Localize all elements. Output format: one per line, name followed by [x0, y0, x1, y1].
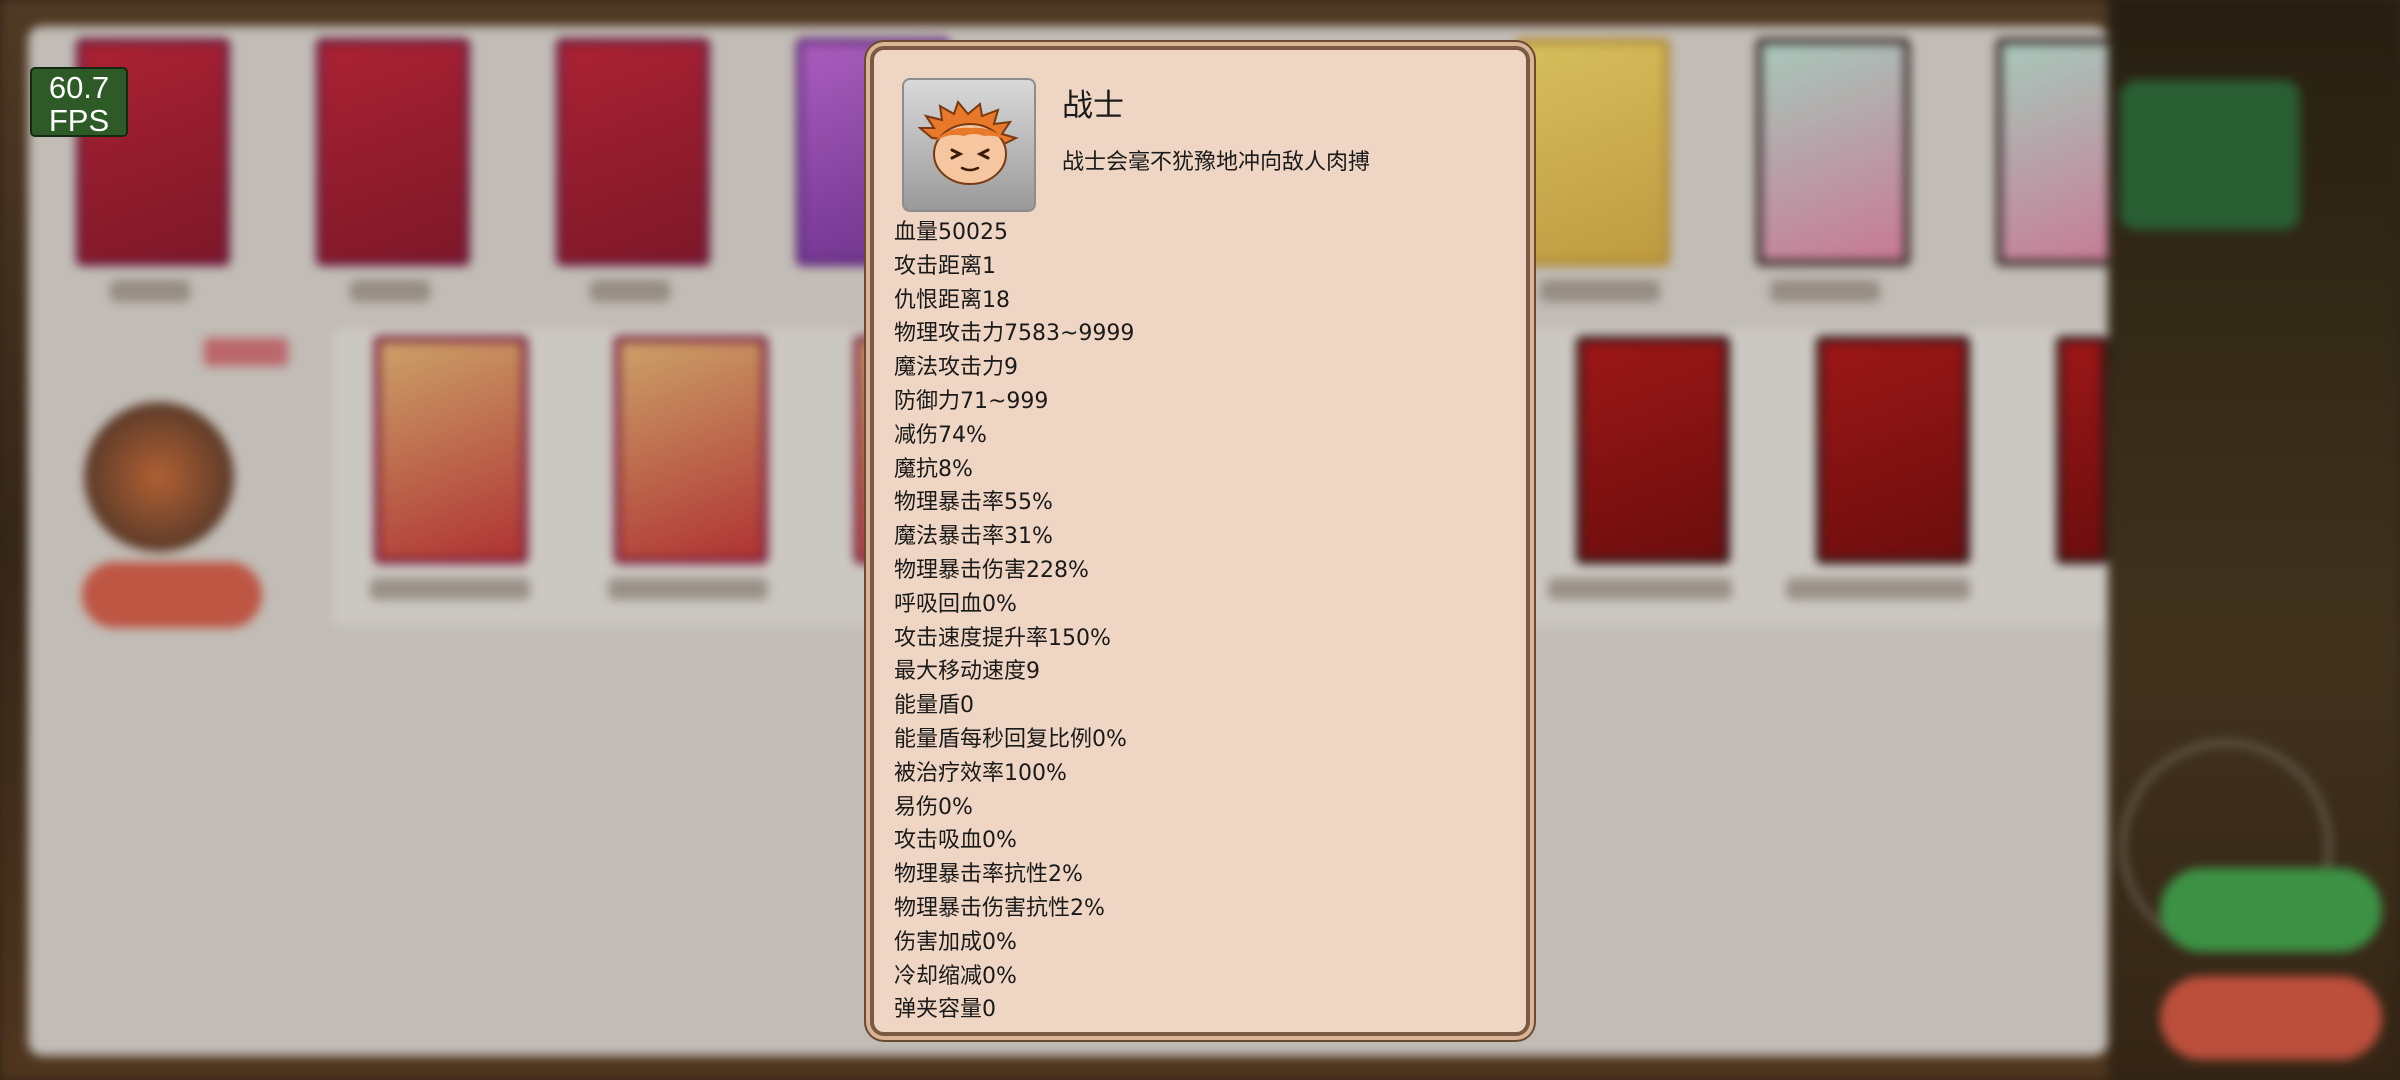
- character-info-modal: 战士 战士会毫不犹豫地冲向敌人肉搏 血量50025 攻击距离1 仇恨距离18 物…: [870, 46, 1530, 1036]
- stat-item: 物理暴击率抗性2%: [894, 862, 1083, 888]
- stat-item: 被治疗效率100%: [894, 760, 1067, 786]
- fps-unit: FPS: [48, 103, 110, 138]
- character-name: 战士: [1062, 88, 1124, 124]
- stat-item: 物理暴击伤害228%: [894, 557, 1089, 583]
- character-description: 战士会毫不犹豫地冲向敌人肉搏: [1062, 150, 1371, 175]
- stat-item: 仇恨距离18: [894, 287, 1010, 313]
- stat-item: 呼吸回血0%: [894, 591, 1017, 617]
- stats-list: 血量50025 攻击距离1 仇恨距离18 物理攻击力7583~9999 魔法攻击…: [894, 216, 1134, 1027]
- stat-item: 攻击吸血0%: [894, 828, 1017, 854]
- stat-item: 物理攻击力7583~9999: [894, 321, 1135, 347]
- stat-item: 魔法攻击力9: [894, 355, 1018, 381]
- stat-item: 能量盾每秒回复比例0%: [894, 726, 1127, 752]
- stat-item: 能量盾0: [894, 693, 974, 719]
- stat-item: 血量50025: [894, 220, 1008, 245]
- stat-item: 伤害加成0%: [894, 929, 1017, 955]
- character-avatar: [902, 78, 1036, 212]
- stat-item: 物理暴击伤害抗性2%: [894, 895, 1105, 921]
- stat-item: 最大移动速度9: [894, 659, 1040, 685]
- stat-item: 攻击速度提升率150%: [894, 625, 1111, 651]
- stat-item: 魔法暴击率31%: [894, 524, 1053, 550]
- stat-item: 弹夹容量0: [894, 997, 996, 1023]
- stat-item: 易伤0%: [894, 794, 973, 820]
- fps-counter: 60.7 FPS: [30, 67, 128, 137]
- stat-item: 物理暴击率55%: [894, 490, 1053, 516]
- stat-item: 防御力71~999: [894, 388, 1049, 414]
- fps-value: 60.7: [48, 70, 110, 105]
- stat-item: 减伤74%: [894, 422, 987, 448]
- stat-item: 冷却缩减0%: [894, 963, 1017, 989]
- stat-item: 攻击距离1: [894, 253, 996, 279]
- stat-item: 魔抗8%: [894, 456, 973, 482]
- warrior-head-icon: [918, 99, 1019, 185]
